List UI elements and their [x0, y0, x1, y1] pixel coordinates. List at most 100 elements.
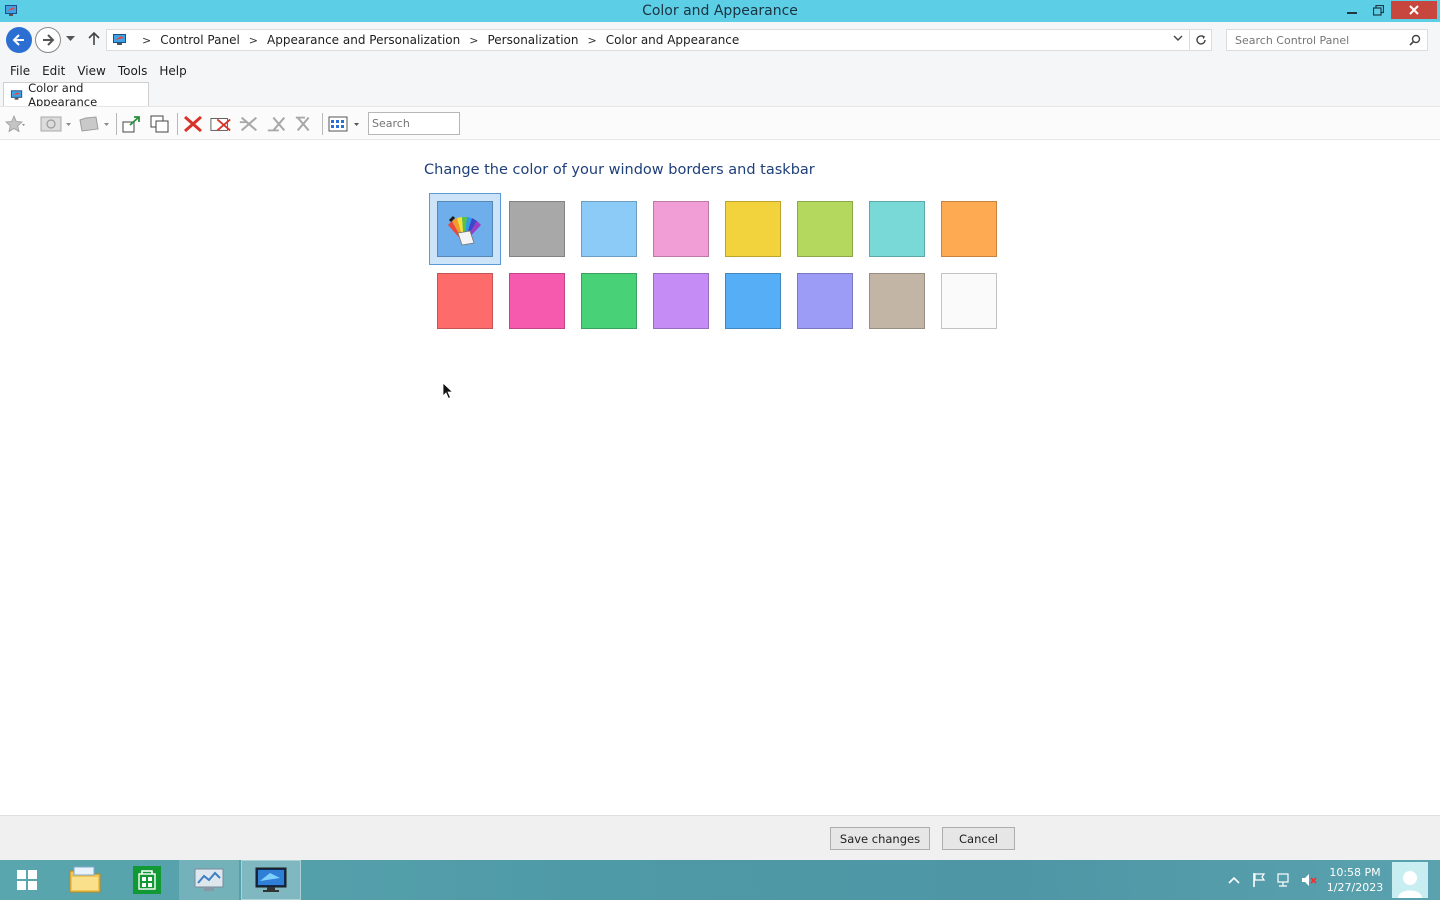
breadcrumb-personalization[interactable]: Personalization	[487, 33, 578, 47]
swatch-orange[interactable]	[941, 201, 997, 257]
color-fan-icon	[448, 215, 481, 246]
network-icon[interactable]	[1276, 872, 1292, 888]
toolbar-separator	[322, 113, 323, 135]
search-input[interactable]	[1227, 30, 1403, 50]
breadcrumb-appearance-personalization[interactable]: Appearance and Personalization	[267, 33, 460, 47]
forward-button[interactable]	[35, 27, 61, 53]
breadcrumb-separator[interactable]: >	[587, 34, 596, 47]
folders-button[interactable]	[78, 114, 110, 134]
clock-time: 10:58 PM	[1329, 866, 1381, 879]
folder-icon	[79, 116, 109, 132]
menu-edit[interactable]: Edit	[38, 64, 73, 78]
swatch-periwinkle[interactable]	[797, 273, 853, 329]
restore-button[interactable]	[1365, 1, 1391, 19]
system-tray	[1228, 860, 1318, 900]
close-others-button[interactable]	[210, 114, 232, 134]
swatch-purple[interactable]	[653, 273, 709, 329]
window-title: Color and Appearance	[642, 3, 798, 19]
breadcrumb-separator[interactable]: >	[249, 34, 258, 47]
start-button[interactable]	[0, 860, 54, 900]
view-options-button[interactable]	[328, 114, 362, 134]
toolbar-search	[368, 112, 460, 135]
breadcrumb-color-appearance[interactable]: Color and Appearance	[606, 33, 740, 47]
arrow-left-icon	[12, 34, 24, 46]
swatch-taupe[interactable]	[869, 273, 925, 329]
recent-locations-icon[interactable]	[66, 36, 75, 42]
search-icon[interactable]	[1409, 34, 1421, 46]
tab-label: Color and Appearance	[28, 80, 98, 109]
menu-file[interactable]: File	[6, 64, 38, 78]
menu-view[interactable]: View	[73, 64, 113, 78]
toolbar-separator	[177, 113, 178, 135]
open-new-window-button[interactable]	[121, 114, 143, 134]
close-icon	[1409, 5, 1419, 15]
minimize-button[interactable]	[1339, 1, 1365, 19]
flag-icon[interactable]	[1252, 872, 1266, 888]
swatch-blue[interactable]	[725, 273, 781, 329]
close-left-button[interactable]	[266, 114, 288, 134]
control-panel-icon	[194, 868, 224, 891]
swatch-automatic-fill	[437, 201, 493, 257]
refresh-icon	[1195, 35, 1206, 45]
duplicate-button[interactable]	[149, 114, 171, 134]
breadcrumb-control-panel[interactable]: Control Panel	[160, 33, 240, 47]
close-tab-button[interactable]	[182, 114, 204, 134]
breadcrumb-separator[interactable]: >	[142, 34, 151, 47]
toolbar	[0, 106, 1440, 140]
swatch-magenta[interactable]	[509, 273, 565, 329]
swatch-white[interactable]	[941, 273, 997, 329]
folder-icon	[69, 866, 101, 893]
close-right-button[interactable]	[294, 114, 316, 134]
cancel-button[interactable]: Cancel	[942, 827, 1015, 850]
clock-date: 1/27/2023	[1326, 881, 1384, 894]
swatch-lime[interactable]	[797, 201, 853, 257]
taskbar-personalization[interactable]	[241, 860, 301, 900]
control-panel-icon	[113, 34, 126, 45]
volume-muted-icon[interactable]	[1300, 872, 1318, 888]
duplicate-icon	[150, 115, 169, 133]
menu-tools[interactable]: Tools	[114, 64, 156, 78]
star-icon	[5, 115, 25, 133]
mouse-cursor-icon	[442, 382, 454, 400]
taskbar-control-panel[interactable]	[179, 860, 239, 900]
chevron-down-icon[interactable]	[1173, 35, 1183, 42]
swatch-green[interactable]	[581, 273, 637, 329]
swatch-teal[interactable]	[869, 201, 925, 257]
tab-color-appearance[interactable]: Color and Appearance	[3, 80, 149, 109]
monitor-icon	[255, 867, 287, 892]
address-bar[interactable]: > Control Panel > Appearance and Persona…	[106, 29, 1190, 51]
grid-view-icon	[328, 116, 359, 132]
back-button[interactable]	[6, 27, 32, 53]
clock[interactable]: 10:58 PM 1/27/2023	[1322, 865, 1388, 895]
show-desktop-button[interactable]	[1392, 862, 1428, 898]
search-box	[1226, 29, 1428, 51]
up-arrow-icon[interactable]	[88, 32, 100, 46]
minimize-icon	[1347, 12, 1357, 14]
swatch-gray[interactable]	[509, 201, 565, 257]
taskbar-file-explorer[interactable]	[55, 860, 115, 900]
breadcrumb-separator[interactable]: >	[469, 34, 478, 47]
close-window-icon	[210, 118, 231, 132]
windows-logo-icon	[17, 870, 37, 890]
refresh-button[interactable]	[1190, 29, 1212, 51]
history-icon	[40, 116, 71, 132]
show-hidden-icons-icon[interactable]	[1228, 875, 1240, 885]
menu-bar: File Edit View Tools Help	[0, 60, 1440, 82]
restore-icon	[1372, 4, 1384, 16]
close-button[interactable]	[1391, 1, 1437, 19]
menu-help[interactable]: Help	[155, 64, 194, 78]
save-changes-button[interactable]: Save changes	[830, 827, 930, 850]
close-all-button[interactable]	[238, 114, 260, 134]
favorites-button[interactable]	[4, 114, 26, 134]
swatch-yellow[interactable]	[725, 201, 781, 257]
history-button[interactable]	[40, 114, 72, 134]
taskbar-store[interactable]	[117, 860, 177, 900]
arrow-right-icon	[43, 34, 55, 46]
toolbar-search-input[interactable]	[369, 113, 457, 134]
swatch-pink[interactable]	[653, 201, 709, 257]
close-all-icon	[239, 116, 257, 132]
swatch-automatic[interactable]	[429, 193, 501, 265]
breadcrumb: > Control Panel > Appearance and Persona…	[133, 33, 739, 47]
swatch-light-blue[interactable]	[581, 201, 637, 257]
swatch-red[interactable]	[437, 273, 493, 329]
